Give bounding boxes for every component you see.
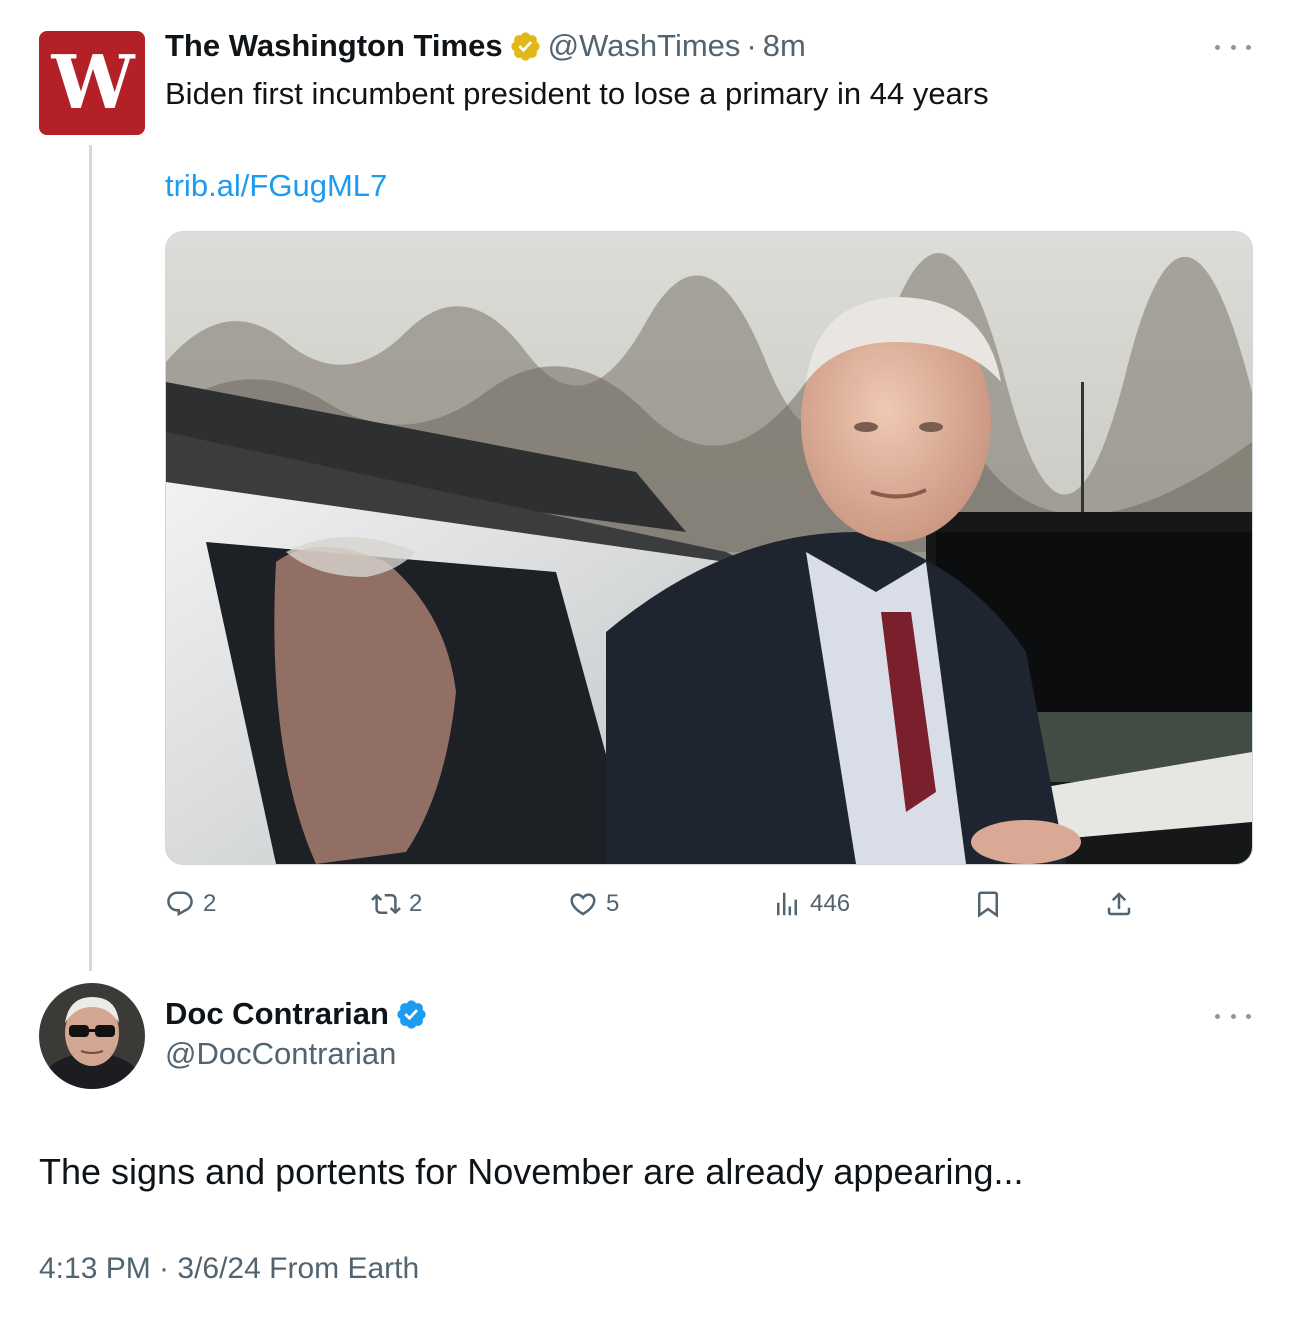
doc-contrarian-avatar[interactable] bbox=[39, 983, 145, 1089]
repost-icon bbox=[371, 893, 401, 915]
bookmark-icon bbox=[978, 891, 998, 918]
share-icon bbox=[1107, 892, 1131, 916]
author-handle[interactable]: @WashTimes bbox=[548, 28, 741, 64]
gold-verified-badge-icon bbox=[511, 31, 540, 61]
repost-button[interactable]: 2 bbox=[371, 884, 422, 924]
share-button[interactable] bbox=[1104, 884, 1134, 924]
heart-icon bbox=[570, 893, 596, 916]
views-chart-icon bbox=[777, 892, 797, 916]
more-options-icon[interactable] bbox=[1215, 1006, 1251, 1026]
tweet-timestamp[interactable]: 4:13 PM · 3/6/24 From Earth bbox=[39, 1252, 419, 1286]
views-button[interactable]: 446 bbox=[772, 884, 850, 924]
quoted-tweet-action-bar: 2 2 5 446 bbox=[165, 884, 1145, 924]
quoted-tweet-header: The Washington Times @WashTimes · 8m bbox=[165, 26, 806, 66]
blue-verified-badge-icon bbox=[397, 999, 426, 1029]
author-display-name[interactable]: Doc Contrarian bbox=[165, 996, 389, 1032]
photo-man-exiting-suv-icon bbox=[166, 232, 1252, 864]
quoted-tweet-text: Biden first incumbent president to lose … bbox=[165, 76, 989, 111]
more-options-icon[interactable] bbox=[1215, 37, 1251, 57]
avatar-portrait-icon bbox=[39, 983, 145, 1089]
like-button[interactable]: 5 bbox=[568, 884, 619, 924]
bookmark-button[interactable] bbox=[973, 884, 1003, 924]
author-handle[interactable]: @DocContrarian bbox=[165, 1036, 396, 1072]
washington-times-logo-icon: W bbox=[51, 40, 134, 126]
reply-count: 2 bbox=[203, 890, 217, 917]
reply-button[interactable]: 2 bbox=[165, 884, 216, 924]
tweet-photo[interactable] bbox=[165, 231, 1253, 865]
main-tweet-text: The signs and portents for November are … bbox=[39, 1151, 1024, 1192]
main-tweet-header: Doc Contrarian bbox=[165, 994, 434, 1034]
repost-count: 2 bbox=[409, 890, 423, 917]
article-link[interactable]: trib.al/FGugML7 bbox=[165, 168, 387, 204]
washington-times-avatar[interactable]: W bbox=[39, 31, 145, 135]
thread-connector-line bbox=[89, 145, 92, 971]
like-count: 5 bbox=[606, 890, 620, 917]
reply-icon bbox=[167, 891, 193, 917]
separator-dot: · bbox=[746, 28, 757, 63]
views-count: 446 bbox=[810, 890, 851, 917]
tweet-time[interactable]: 8m bbox=[763, 28, 806, 64]
author-display-name[interactable]: The Washington Times bbox=[165, 28, 503, 64]
